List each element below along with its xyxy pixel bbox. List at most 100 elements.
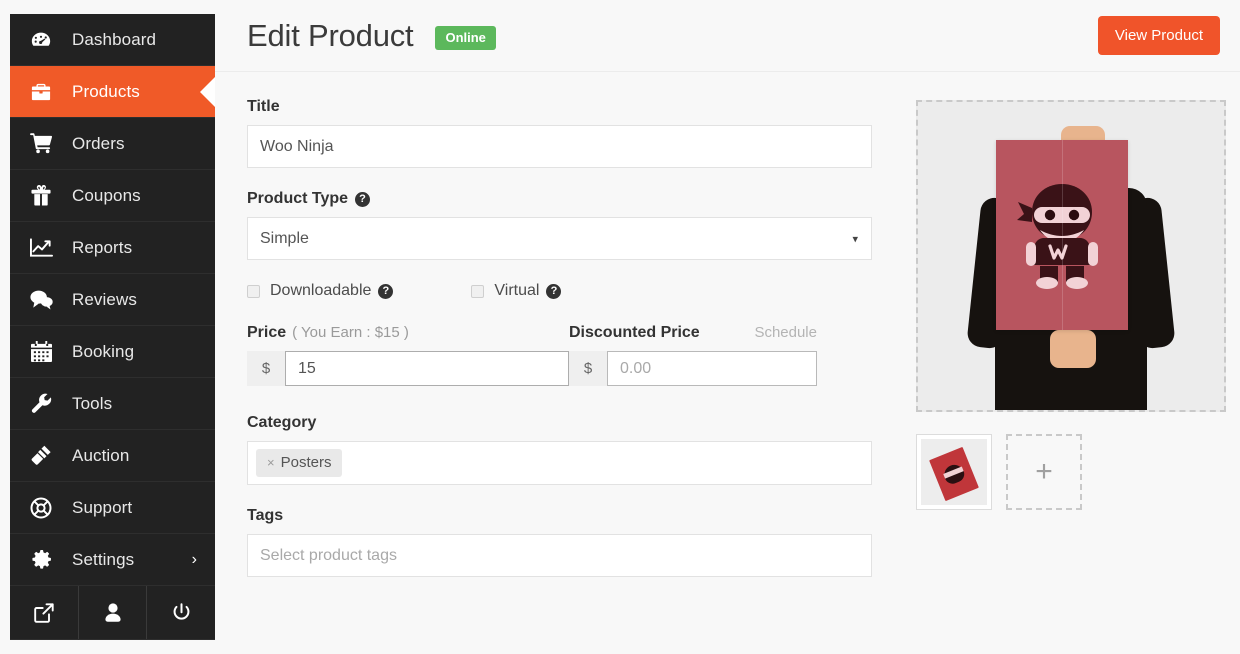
app-root: Dashboard Products Orders Coupons: [0, 0, 1240, 654]
image-thumbnails: +: [916, 434, 1226, 510]
sidebar-item-label: Coupons: [72, 186, 141, 206]
sidebar-item-label: Settings: [72, 550, 134, 570]
media-column: +: [872, 98, 1226, 599]
help-icon[interactable]: ?: [546, 284, 561, 299]
price-label: Price: [247, 324, 286, 342]
comments-icon: [10, 289, 72, 310]
pricing-row: Price ( You Earn : $15 ) $ Discounted Pr…: [247, 324, 872, 386]
currency-symbol: $: [247, 351, 285, 386]
product-type-field-group: Product Type ? ▾: [247, 190, 872, 260]
product-type-select-wrapper[interactable]: ▾: [247, 217, 872, 260]
sidebar-item-settings[interactable]: Settings ›: [10, 534, 215, 586]
discounted-price-label: Discounted Price: [569, 324, 700, 342]
gear-icon: [10, 549, 72, 570]
help-icon[interactable]: ?: [355, 192, 370, 207]
sidebar-item-label: Reports: [72, 238, 132, 258]
sidebar-item-label: Products: [72, 82, 140, 102]
gift-icon: [10, 185, 72, 206]
downloadable-checkbox[interactable]: [247, 285, 260, 298]
page-header: Edit Product Online View Product: [215, 0, 1240, 72]
active-indicator-arrow: [200, 77, 215, 107]
downloadable-label: Downloadable: [270, 282, 371, 300]
discounted-price-header: Discounted Price Schedule: [569, 324, 817, 342]
title-label: Title: [247, 98, 872, 116]
page-title: Edit Product: [247, 18, 413, 54]
product-flags-row: Downloadable ? Virtual ?: [247, 282, 872, 300]
sidebar-item-reports[interactable]: Reports: [10, 222, 215, 274]
virtual-checkbox[interactable]: [471, 285, 484, 298]
sidebar-item-booking[interactable]: Booking: [10, 326, 215, 378]
external-link-icon[interactable]: [10, 586, 79, 639]
thumbnail-poster: [929, 447, 979, 501]
power-icon[interactable]: [147, 586, 215, 639]
discounted-price-input[interactable]: [607, 351, 817, 386]
chevron-right-icon: ›: [192, 551, 197, 569]
sidebar-item-dashboard[interactable]: Dashboard: [10, 14, 215, 66]
category-chip-label: Posters: [281, 454, 332, 471]
title-input[interactable]: [247, 125, 872, 168]
virtual-label: Virtual: [494, 282, 539, 300]
gallery-thumbnail[interactable]: [916, 434, 992, 510]
lifebuoy-icon: [10, 497, 72, 519]
title-field-group: Title: [247, 98, 872, 168]
product-form-layout: Title Product Type ? ▾: [215, 72, 1240, 599]
currency-symbol: $: [569, 351, 607, 386]
price-header: Price ( You Earn : $15 ): [247, 324, 569, 342]
sidebar-item-label: Tools: [72, 394, 112, 414]
cart-icon: [10, 133, 72, 154]
sidebar-item-label: Booking: [72, 342, 134, 362]
sidebar-item-auction[interactable]: Auction: [10, 430, 215, 482]
price-field-group: Price ( You Earn : $15 ) $: [247, 324, 569, 386]
virtual-checkbox-item[interactable]: Virtual ?: [471, 282, 561, 300]
help-icon[interactable]: ?: [378, 284, 393, 299]
featured-image-dropzone[interactable]: [916, 100, 1226, 412]
product-type-label: Product Type ?: [247, 190, 872, 208]
category-select[interactable]: × Posters: [247, 441, 872, 485]
form-column: Title Product Type ? ▾: [247, 98, 872, 599]
status-badge: Online: [435, 26, 495, 50]
tags-label: Tags: [247, 507, 872, 525]
wrench-icon: [10, 393, 72, 414]
sidebar-item-label: Auction: [72, 446, 129, 466]
product-type-select[interactable]: [247, 217, 872, 260]
featured-image: [918, 102, 1224, 410]
tags-input[interactable]: [247, 534, 872, 577]
sidebar-item-label: Orders: [72, 134, 125, 154]
view-product-button[interactable]: View Product: [1098, 16, 1220, 55]
sidebar-footer: [10, 586, 215, 640]
chart-line-icon: [10, 238, 72, 258]
sidebar-item-coupons[interactable]: Coupons: [10, 170, 215, 222]
sidebar-item-support[interactable]: Support: [10, 482, 215, 534]
category-chip[interactable]: × Posters: [256, 449, 342, 477]
main-content: Edit Product Online View Product Title P…: [215, 0, 1240, 654]
sidebar: Dashboard Products Orders Coupons: [10, 14, 215, 640]
user-icon[interactable]: [79, 586, 148, 639]
price-input-group: $: [247, 351, 569, 386]
briefcase-icon: [10, 82, 72, 102]
thumbnail-image: [921, 439, 987, 505]
schedule-link[interactable]: Schedule: [754, 324, 817, 341]
sidebar-item-label: Support: [72, 498, 132, 518]
sidebar-item-orders[interactable]: Orders: [10, 118, 215, 170]
ninja-character-icon: [1014, 180, 1110, 290]
remove-chip-icon[interactable]: ×: [267, 455, 275, 470]
discounted-price-input-group: $: [569, 351, 817, 386]
discounted-price-field-group: Discounted Price Schedule $: [569, 324, 817, 386]
add-image-button[interactable]: +: [1006, 434, 1082, 510]
sidebar-item-reviews[interactable]: Reviews: [10, 274, 215, 326]
dashboard-icon: [10, 29, 72, 51]
sidebar-item-products[interactable]: Products: [10, 66, 215, 118]
sidebar-item-label: Reviews: [72, 290, 137, 310]
tags-field-group: Tags: [247, 507, 872, 577]
price-earn-note: ( You Earn : $15 ): [292, 324, 409, 341]
calendar-icon: [10, 341, 72, 362]
category-label: Category: [247, 414, 872, 432]
gavel-icon: [10, 445, 72, 466]
price-input[interactable]: [285, 351, 569, 386]
sidebar-item-tools[interactable]: Tools: [10, 378, 215, 430]
hand-bottom: [1050, 330, 1096, 368]
downloadable-checkbox-item[interactable]: Downloadable ?: [247, 282, 393, 300]
product-type-label-text: Product Type: [247, 190, 348, 208]
category-field-group: Category × Posters: [247, 414, 872, 485]
ninja-poster: [996, 140, 1128, 330]
